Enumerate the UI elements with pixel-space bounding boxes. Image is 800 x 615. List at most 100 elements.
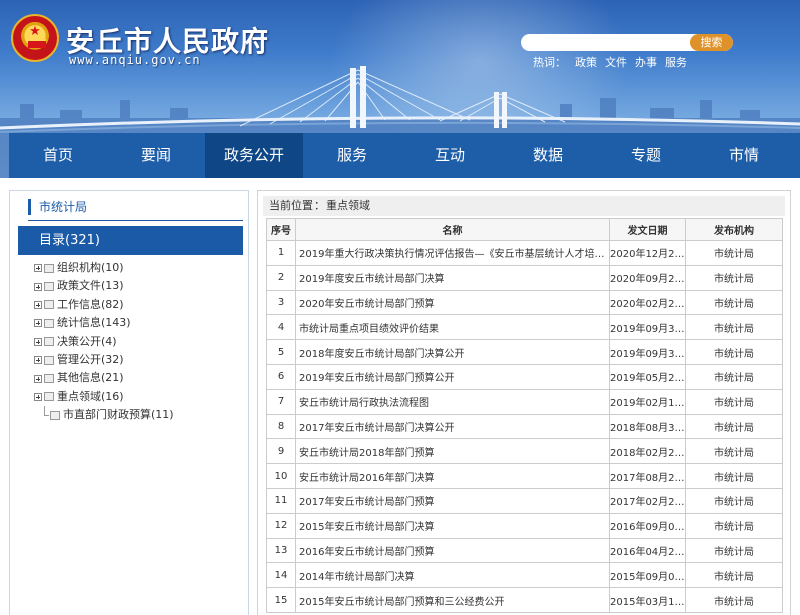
row-publisher: 市统计局 [685, 562, 783, 589]
row-date: 2015年09月02日 [609, 562, 686, 589]
row-index: 13 [266, 537, 296, 564]
row-publisher: 市统计局 [685, 388, 783, 415]
plus-box-icon[interactable] [34, 264, 42, 273]
hot-words-label: 热词： [533, 56, 566, 69]
plus-box-icon[interactable] [34, 282, 42, 291]
row-title-link[interactable]: 2016年安丘市统计局部门预算 [295, 537, 610, 564]
plus-box-icon[interactable] [34, 392, 42, 401]
row-title-link[interactable]: 2018年度安丘市统计局部门决算公开 [295, 339, 610, 365]
row-index: 10 [266, 463, 296, 489]
nav-services[interactable]: 服务 [303, 133, 401, 178]
national-emblem-icon: ★ [11, 14, 59, 62]
row-publisher: 市统计局 [685, 339, 783, 365]
row-title-link[interactable]: 2015年安丘市统计局部门决算 [295, 512, 610, 539]
hot-link-services[interactable]: 服务 [665, 56, 687, 69]
table-row: 13 2016年安丘市统计局部门预算 2016年04月25日 市统计局 [266, 537, 783, 564]
row-title-link[interactable]: 安丘市统计局行政执法流程图 [295, 388, 610, 415]
row-date: 2020年09月28日 [609, 264, 686, 291]
table-row: 7 安丘市统计局行政执法流程图 2019年02月12日 市统计局 [266, 388, 783, 415]
folder-icon [44, 374, 54, 384]
hot-link-policy[interactable]: 政策 [575, 56, 597, 69]
breadcrumb-prefix: 当前位置 [269, 199, 313, 212]
plus-box-icon[interactable] [34, 374, 42, 383]
row-publisher: 市统计局 [685, 587, 783, 613]
row-date: 2017年02月24日 [609, 487, 686, 514]
row-date: 2020年02月26日 [609, 289, 686, 316]
nav-topics[interactable]: 专题 [597, 133, 695, 178]
sidebar-title: 市统计局 [28, 199, 87, 215]
header-title: 名称 [295, 218, 610, 241]
tree-item-statistics-info[interactable]: 统计信息(143) [34, 314, 246, 332]
row-publisher: 市统计局 [685, 240, 783, 266]
plus-box-icon[interactable] [34, 319, 42, 328]
site-url: www.anqiu.gov.cn [69, 53, 201, 67]
row-title-link[interactable]: 安丘市统计局2016年部门决算 [295, 463, 610, 489]
row-publisher: 市统计局 [685, 512, 783, 539]
folder-icon [44, 282, 54, 292]
folder-icon [50, 410, 60, 420]
row-index: 5 [266, 339, 296, 365]
nav-city-info[interactable]: 市情 [695, 133, 793, 178]
folder-icon [44, 392, 54, 402]
row-title-link[interactable]: 安丘市统计局2018年部门预算 [295, 438, 610, 465]
table-row: 11 2017年安丘市统计局部门预算 2017年02月24日 市统计局 [266, 487, 783, 514]
row-date: 2019年02月12日 [609, 388, 686, 415]
row-index: 4 [266, 314, 296, 341]
tree-item-department-budget[interactable]: 市直部门财政预算(11) [34, 406, 246, 424]
row-title-link[interactable]: 2015年安丘市统计局部门预算和三公经费公开 [295, 587, 610, 613]
plus-box-icon[interactable] [34, 337, 42, 346]
row-date: 2019年09月30日 [609, 314, 686, 341]
row-index: 7 [266, 388, 296, 415]
table-row: 3 2020年安丘市统计局部门预算 2020年02月26日 市统计局 [266, 289, 783, 316]
row-publisher: 市统计局 [685, 438, 783, 465]
row-date: 2015年03月16日 [609, 587, 686, 613]
nav-data[interactable]: 数据 [499, 133, 597, 178]
tree-item-label: 政策文件(13) [57, 279, 124, 293]
row-title-link[interactable]: 2020年安丘市统计局部门预算 [295, 289, 610, 316]
breadcrumb-current[interactable]: 重点领域 [326, 199, 370, 212]
nav-home[interactable]: 首页 [9, 133, 107, 178]
row-publisher: 市统计局 [685, 463, 783, 489]
row-title-link[interactable]: 2019年重大行政决策执行情况评估报告—《安丘市基层统计人才培育工程实施办... [295, 240, 610, 266]
row-title-link[interactable]: 2017年安丘市统计局部门预算 [295, 487, 610, 514]
search-input[interactable] [521, 34, 691, 51]
table-row: 9 安丘市统计局2018年部门预算 2018年02月23日 市统计局 [266, 438, 783, 465]
tree-item-other-info[interactable]: 其他信息(21) [34, 369, 246, 387]
tree-item-policy-documents[interactable]: 政策文件(13) [34, 277, 246, 295]
row-title-link[interactable]: 2019年度安丘市统计局部门决算 [295, 264, 610, 291]
sidebar: 市统计局 目录(321) 组织机构(10) 政策文件(13) 工作信息(82) … [9, 190, 249, 615]
hot-words: 热词： 政策 文件 办事 服务 [533, 54, 695, 70]
tree-item-organization[interactable]: 组织机构(10) [34, 259, 246, 277]
row-title-link[interactable]: 市统计局重点项目绩效评价结果 [295, 314, 610, 341]
row-index: 2 [266, 264, 296, 291]
header-date: 发文日期 [609, 218, 686, 241]
tree-item-work-info[interactable]: 工作信息(82) [34, 296, 246, 314]
nav-interaction[interactable]: 互动 [401, 133, 499, 178]
plus-box-icon[interactable] [34, 356, 42, 365]
row-index: 6 [266, 363, 296, 390]
catalog-tree: 组织机构(10) 政策文件(13) 工作信息(82) 统计信息(143) 决策公… [34, 259, 246, 425]
folder-icon [44, 263, 54, 273]
breadcrumb: 当前位置：重点领域 [263, 196, 785, 216]
table-row: 14 2014年市统计局部门决算 2015年09月02日 市统计局 [266, 562, 783, 589]
tree-item-label: 管理公开(32) [57, 352, 124, 366]
folder-icon [44, 318, 54, 328]
tree-item-decision-disclosure[interactable]: 决策公开(4) [34, 333, 246, 351]
row-title-link[interactable]: 2017年安丘市统计局部门决算公开 [295, 413, 610, 440]
tree-item-key-areas[interactable]: 重点领域(16) [34, 388, 246, 406]
row-title-link[interactable]: 2019年安丘市统计局部门预算公开 [295, 363, 610, 390]
folder-icon [44, 337, 54, 347]
row-date: 2016年09月02日 [609, 512, 686, 539]
nav-news[interactable]: 要闻 [107, 133, 205, 178]
search-button[interactable]: 搜索 [690, 34, 733, 51]
hot-link-affairs[interactable]: 办事 [635, 56, 657, 69]
catalog-header[interactable]: 目录(321) [18, 226, 243, 255]
row-title-link[interactable]: 2014年市统计局部门决算 [295, 562, 610, 589]
plus-box-icon[interactable] [34, 300, 42, 309]
tree-item-label: 市直部门财政预算(11) [63, 408, 174, 422]
hot-link-documents[interactable]: 文件 [605, 56, 627, 69]
row-index: 9 [266, 438, 296, 465]
nav-government-affairs[interactable]: 政务公开 [205, 133, 303, 178]
tree-item-management-disclosure[interactable]: 管理公开(32) [34, 351, 246, 369]
row-publisher: 市统计局 [685, 314, 783, 341]
